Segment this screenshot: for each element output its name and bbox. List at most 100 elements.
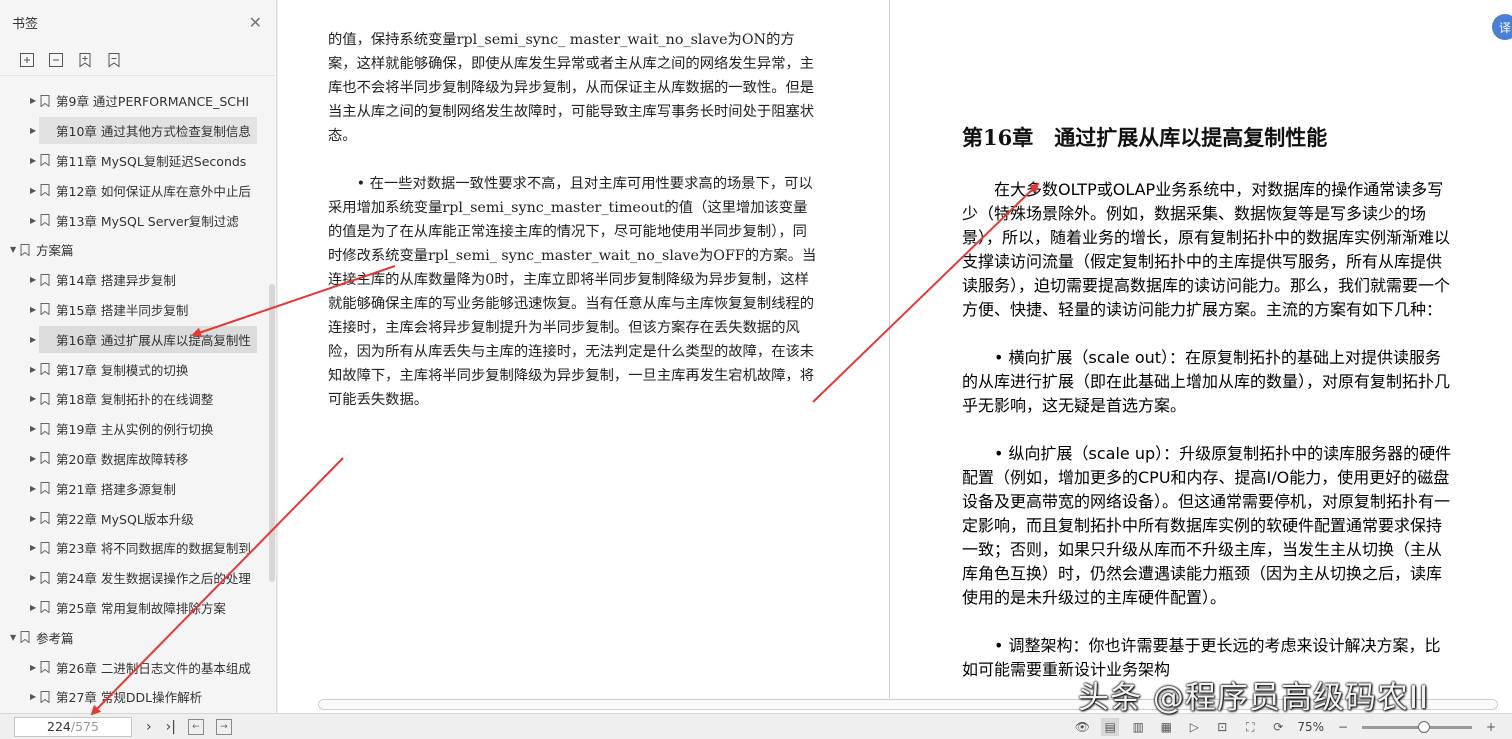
page-left: 的值，保持系统变量rpl_semi_sync_ master_wait_no_s…: [328, 28, 818, 436]
zoom-in-icon[interactable]: +: [1482, 718, 1500, 736]
bookmark-item[interactable]: ▶ 第18章 复制拓扑的在线调整: [0, 384, 266, 414]
bookmark-item[interactable]: ▶ 第20章 数据库故障转移: [0, 444, 266, 474]
single-page-icon[interactable]: ▤: [1101, 718, 1120, 736]
zoom-out-icon[interactable]: −: [1334, 718, 1352, 736]
bookmark-icon: [40, 690, 56, 703]
zoom-slider[interactable]: [1362, 720, 1472, 733]
two-page-icon[interactable]: ▦: [1157, 718, 1175, 736]
bookmark-label: 方案篇: [36, 243, 74, 259]
bookmark-item[interactable]: ▶ 第11章 MySQL复制延迟Seconds: [0, 146, 266, 176]
play-icon[interactable]: ▷: [1185, 718, 1203, 736]
bookmark-label: 第18章 复制拓扑的在线调整: [56, 392, 214, 408]
bookmark-icon: [40, 422, 56, 435]
collapsed-triangle-icon[interactable]: ▶: [30, 424, 40, 433]
bookmark-label: 第24章 发生数据误操作之后的处理: [56, 571, 251, 587]
collapsed-triangle-icon[interactable]: ▶: [30, 96, 40, 105]
back-icon[interactable]: ←: [187, 718, 204, 735]
bookmark-item[interactable]: ▶ 第15章 搭建半同步复制: [0, 295, 266, 325]
bookmark-icon: [40, 392, 56, 405]
bookmark-section[interactable]: ▼ 方案篇: [0, 235, 266, 265]
collapsed-triangle-icon[interactable]: ▶: [30, 394, 40, 403]
expand-all-icon[interactable]: [18, 51, 35, 68]
bookmark-item[interactable]: ▶ 第25章 常用复制故障排除方案: [0, 593, 266, 623]
sidebar-header: 书签 ✕: [0, 0, 276, 44]
bookmark-item[interactable]: ▶ 第24章 发生数据误操作之后的处理: [0, 563, 266, 593]
continuous-page-icon[interactable]: ▥: [1129, 718, 1147, 736]
bookmark-item[interactable]: ▶ 第26章 二进制日志文件的基本组成: [0, 652, 266, 682]
zoom-level[interactable]: 75%: [1297, 720, 1324, 734]
chapter-title: 第16章 通过扩展从库以提高复制性能: [962, 125, 1328, 150]
bookmark-item[interactable]: ▶ 第14章 搭建异步复制: [0, 265, 266, 295]
bookmark-item[interactable]: ▶ 第23章 将不同数据库的数据复制到: [0, 533, 266, 563]
bookmark-item[interactable]: ▶ 第10章 通过其他方式检查复制信息: [0, 116, 266, 146]
document-view: 的值，保持系统变量rpl_semi_sync_ master_wait_no_s…: [278, 0, 1512, 713]
collapsed-triangle-icon[interactable]: ▶: [30, 484, 40, 493]
expanded-triangle-icon[interactable]: ▼: [10, 633, 20, 642]
close-icon[interactable]: ✕: [249, 13, 262, 32]
bookmark-item[interactable]: ▶ 第21章 搭建多源复制: [0, 473, 266, 503]
collapsed-triangle-icon[interactable]: ▶: [30, 514, 40, 523]
collapsed-triangle-icon[interactable]: ▶: [30, 454, 40, 463]
page-divider: [889, 0, 890, 698]
fit-page-icon[interactable]: ⛶: [1241, 718, 1259, 736]
right-paragraph-1: 在大多数OLTP或OLAP业务系统中，对数据库的操作通常读多写少（特殊场景除外。…: [962, 180, 1451, 319]
collapsed-triangle-icon[interactable]: ▶: [30, 603, 40, 612]
collapse-all-icon[interactable]: [47, 51, 64, 68]
watermark: 头条 @程序员高级码农II: [1078, 680, 1430, 716]
bookmark-label: 第16章 通过扩展从库以提高复制性: [39, 325, 257, 353]
bookmark-item[interactable]: ▶ 第12章 如何保证从库在意外中止后: [0, 175, 266, 205]
last-page-icon[interactable]: ›|: [166, 719, 176, 735]
bookmark-item[interactable]: ▶ 第17章 复制模式的切换: [0, 354, 266, 384]
bookmark-item[interactable]: ▶ 第27章 常规DDL操作解析: [0, 682, 266, 712]
bookmark-label: 第12章 如何保证从库在意外中止后: [56, 183, 251, 199]
collapsed-triangle-icon[interactable]: ▶: [30, 543, 40, 552]
collapsed-triangle-icon[interactable]: ▶: [30, 216, 40, 225]
bookmark-item[interactable]: ▶ 第22章 MySQL版本升级: [0, 503, 266, 533]
bookmark-label: 第21章 搭建多源复制: [56, 481, 176, 497]
bookmark-label: 第25章 常用复制故障排除方案: [56, 600, 226, 616]
bookmark-icon: [40, 601, 56, 614]
bookmark-label: 第14章 搭建异步复制: [56, 273, 176, 289]
expanded-triangle-icon[interactable]: ▼: [10, 245, 20, 254]
bookmark-icon: [40, 184, 56, 197]
bookmark-icon: [40, 512, 56, 525]
bookmark-icon: [40, 541, 56, 554]
add-bookmark-icon[interactable]: [76, 51, 93, 68]
bookmark-label: 第22章 MySQL版本升级: [56, 511, 194, 527]
sidebar-scrollbar[interactable]: [269, 284, 275, 582]
bookmark-item[interactable]: ▶ 第16章 通过扩展从库以提高复制性: [0, 324, 266, 354]
rotate-icon[interactable]: ⟳: [1269, 718, 1287, 736]
bookmark-icon: [20, 243, 36, 256]
view-tools: 👁 ▤ ▥ ▦ ▷ ⊡ ⛶ ⟳ 75% − +: [1073, 714, 1500, 739]
collapsed-triangle-icon[interactable]: ▶: [30, 365, 40, 374]
bookmark-label: 第27章 常规DDL操作解析: [56, 690, 203, 706]
bookmark-label: 第15章 搭建半同步复制: [56, 302, 189, 318]
collapsed-triangle-icon[interactable]: ▶: [30, 156, 40, 165]
bookmark-icon: [40, 482, 56, 495]
translate-float-icon[interactable]: 译: [1492, 14, 1512, 40]
collapsed-triangle-icon[interactable]: ▶: [30, 275, 40, 284]
bookmark-icon: [40, 452, 56, 465]
collapsed-triangle-icon[interactable]: ▶: [30, 663, 40, 672]
actual-size-icon[interactable]: ⊡: [1213, 718, 1231, 736]
zoom-slider-knob[interactable]: [1417, 720, 1430, 733]
collapsed-triangle-icon[interactable]: ▶: [30, 186, 40, 195]
eye-icon[interactable]: 👁: [1073, 718, 1091, 736]
left-paragraph-1: 的值，保持系统变量rpl_semi_sync_ master_wait_no_s…: [328, 32, 815, 144]
bookmark-item[interactable]: ▶ 第9章 通过PERFORMANCE_SCHI: [0, 86, 266, 116]
bookmark-section[interactable]: ▼ 参考篇: [0, 622, 266, 652]
page-right: 在大多数OLTP或OLAP业务系统中，对数据库的操作通常读多写少（特殊场景除外。…: [962, 176, 1452, 704]
bookmark-label: 第17章 复制模式的切换: [56, 362, 189, 378]
forward-icon[interactable]: →: [215, 718, 232, 735]
bookmark-item[interactable]: ▶ 第19章 主从实例的例行切换: [0, 414, 266, 444]
bookmark-icon: [40, 303, 56, 316]
page-number-field[interactable]: 224/575: [14, 716, 132, 737]
bookmark-icon: [40, 94, 56, 107]
collapsed-triangle-icon[interactable]: ▶: [30, 692, 40, 701]
collapsed-triangle-icon[interactable]: ▶: [30, 305, 40, 314]
bookmark-item[interactable]: ▶ 第13章 MySQL Server复制过滤: [0, 205, 266, 235]
collapsed-triangle-icon[interactable]: ▶: [30, 573, 40, 582]
delete-bookmark-icon[interactable]: [105, 51, 122, 68]
bookmark-label: 第26章 二进制日志文件的基本组成: [56, 660, 251, 676]
next-page-icon[interactable]: ›: [146, 719, 152, 735]
